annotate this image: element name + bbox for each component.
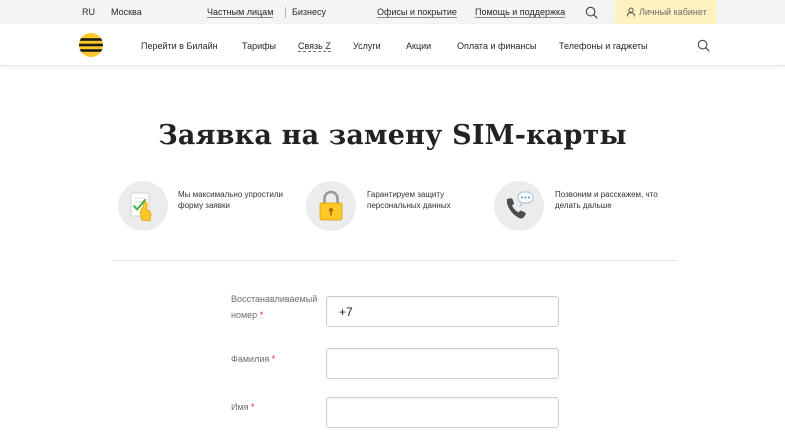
segment-divider xyxy=(285,7,286,18)
beeline-logo[interactable] xyxy=(79,33,103,57)
required-mark: * xyxy=(271,354,276,364)
personal-cabinet-button[interactable]: Личный кабинет xyxy=(615,0,717,24)
cabinet-label: Личный кабинет xyxy=(639,7,707,17)
page-title: Заявка на замену SIM-карты xyxy=(158,120,627,151)
lastname-input[interactable] xyxy=(326,348,559,379)
required-mark: * xyxy=(259,310,264,320)
nav-item-payment-finance[interactable]: Оплата и финансы xyxy=(457,41,536,51)
nav-item-phones-gadgets[interactable]: Телефоны и гаджеты xyxy=(559,41,648,51)
feature-text-simple-form: Мы максимально упростили форму заявки xyxy=(178,190,284,210)
help-support-link[interactable]: Помощь и поддержка xyxy=(475,7,566,18)
nav-item-tariffs[interactable]: Тарифы xyxy=(242,41,276,51)
segment-business-link[interactable]: Бизнесу xyxy=(292,7,326,17)
feature-text-data-protection: Гарантируем защиту персональных данных xyxy=(367,190,451,210)
language-switch[interactable]: RU xyxy=(82,7,95,17)
phone-number-label-text: Восстанавливаемый номер xyxy=(231,294,318,320)
nav-item-go-to-beeline[interactable]: Перейти в Билайн xyxy=(141,41,218,51)
section-divider xyxy=(112,260,677,261)
offices-coverage-link[interactable]: Офисы и покрытие xyxy=(377,7,457,18)
firstname-label: Имя * xyxy=(231,399,326,415)
lock-icon xyxy=(306,181,356,231)
user-icon xyxy=(626,7,636,17)
top-utility-bar: RU Москва Частным лицам Бизнесу Офисы и … xyxy=(0,0,785,24)
search-icon[interactable] xyxy=(585,6,598,19)
phone-number-input[interactable] xyxy=(326,296,559,327)
firstname-input[interactable] xyxy=(326,397,559,428)
city-selector[interactable]: Москва xyxy=(111,7,142,17)
nav-item-services[interactable]: Услуги xyxy=(353,41,381,51)
nav-item-promotions[interactable]: Акции xyxy=(406,41,431,51)
phone-chat-icon xyxy=(494,181,544,231)
lastname-label-text: Фамилия xyxy=(231,354,270,364)
main-navigation: Перейти в Билайн Тарифы Связь Z Услуги А… xyxy=(0,24,785,66)
feature-text-callback: Позвоним и расскажем, что делать дальше xyxy=(555,190,658,210)
required-mark: * xyxy=(251,402,255,412)
lastname-label: Фамилия * xyxy=(231,351,326,367)
phone-number-label: Восстанавливаемый номер * xyxy=(231,291,326,323)
form-hand-icon xyxy=(118,181,168,231)
nav-item-svyaz-z[interactable]: Связь Z xyxy=(298,41,331,52)
segment-private-link[interactable]: Частным лицам xyxy=(207,7,274,18)
firstname-label-text: Имя xyxy=(231,402,249,412)
search-icon[interactable] xyxy=(697,39,710,52)
